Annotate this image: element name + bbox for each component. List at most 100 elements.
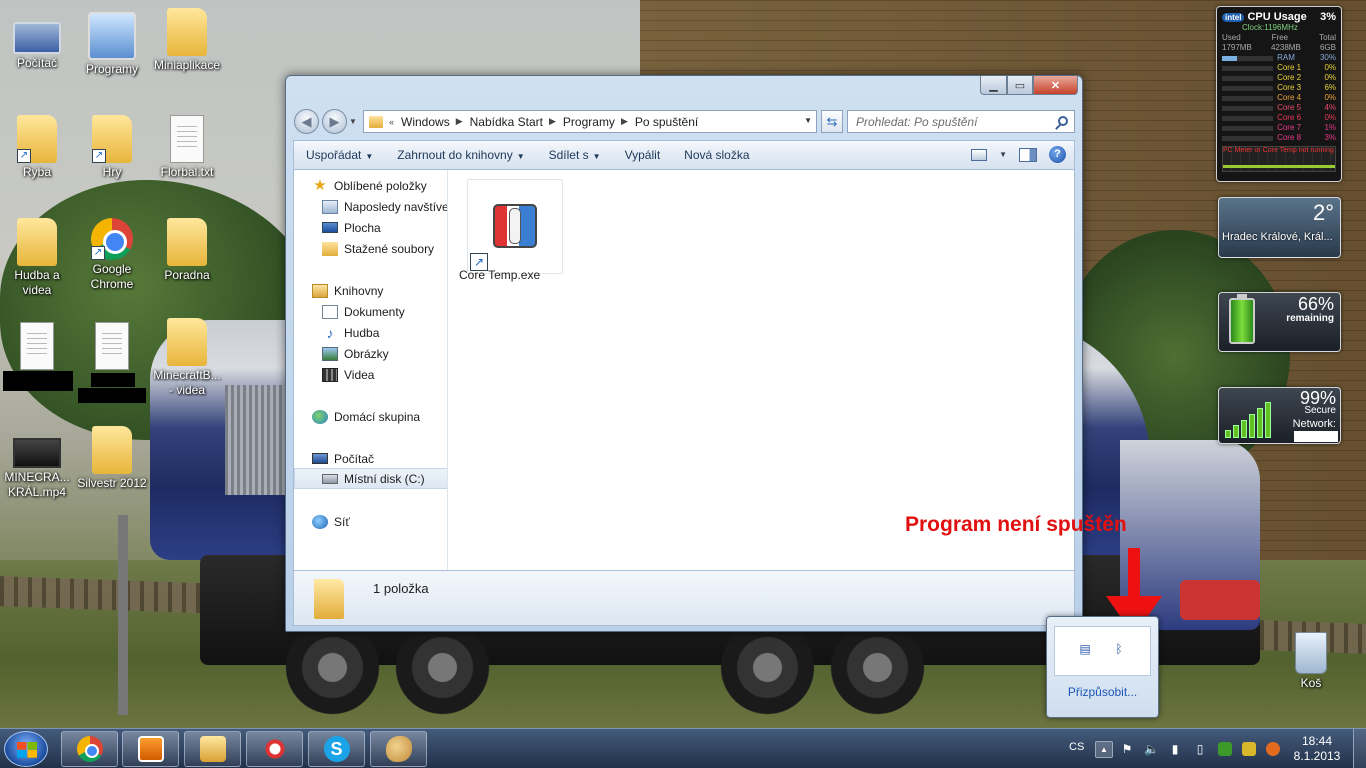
language-indicator[interactable]: CS (1069, 741, 1084, 753)
breadcrumb-item[interactable]: Nabídka Start (470, 115, 543, 129)
folder-icon (167, 218, 207, 266)
breadcrumb-overflow[interactable]: « (389, 117, 394, 127)
breadcrumb-chevron-icon[interactable]: ▶ (456, 116, 463, 127)
memory-header-total: Total (1319, 33, 1336, 42)
nav-homegroup[interactable]: Domácí skupina (312, 406, 447, 427)
ram-value: 30% (1319, 53, 1336, 62)
close-button[interactable]: ✕ (1033, 76, 1078, 95)
nav-computer[interactable]: Počítač (312, 448, 447, 469)
breadcrumb-item[interactable]: Programy (563, 115, 615, 129)
breadcrumb-item[interactable]: Po spuštění (635, 115, 698, 129)
folder-icon (167, 8, 207, 56)
nav-pictures[interactable]: Obrázky (322, 343, 447, 364)
desktop-icon-hry[interactable]: ↗ Hry (75, 115, 149, 180)
nav-recent-places[interactable]: Naposledy navštívené (322, 196, 447, 217)
file-item[interactable]: ↗ (467, 179, 563, 274)
address-bar[interactable]: « Windows ▶ Nabídka Start ▶ Programy ▶ Po s… (363, 110, 817, 133)
refresh-button[interactable]: ⇆ (821, 110, 843, 133)
network-signal-icon[interactable]: ▮ (1168, 742, 1182, 756)
core-name: Core 7 (1277, 123, 1302, 132)
signal-bars-icon (1225, 402, 1271, 438)
bluetooth-icon[interactable]: ᛒ (1111, 641, 1127, 657)
desktop-icon-computer[interactable]: Počítač (0, 12, 74, 71)
app-tray-icon[interactable] (1242, 742, 1256, 756)
search-input[interactable]: Prohledat: Po spuštění (847, 110, 1075, 133)
navigation-pane[interactable]: ★ Oblíbené položky Naposledy navštívené P… (294, 170, 448, 570)
taskbar-paint[interactable] (370, 731, 427, 767)
breadcrumb-chevron-icon[interactable]: ▶ (621, 116, 628, 127)
explorer-window[interactable]: ▁ ▭ ✕ ◀ ▶ ▼ « Windows ▶ Nabídka Start ▶ Pr… (285, 75, 1083, 632)
desktop-icon-minecraftb-videa[interactable]: MinecraftB... - videa (150, 318, 224, 398)
navigation-bar: ◀ ▶ ▼ « Windows ▶ Nabídka Start ▶ Programy… (294, 109, 1075, 135)
desktop-icon-hudba-a-videa[interactable]: Hudba a videa (0, 218, 74, 298)
preview-pane-icon[interactable] (1019, 147, 1037, 162)
start-button[interactable] (4, 731, 48, 767)
avast-tray-icon[interactable] (1266, 742, 1280, 756)
security-shield-icon[interactable] (1218, 742, 1232, 756)
wallpaper-wheel (830, 620, 925, 715)
desktop-icon-miniaplikace[interactable]: Miniaplikace (150, 8, 224, 73)
file-list[interactable]: ↗ Core Temp.exe (449, 170, 1074, 570)
taskbar-chrome[interactable] (61, 731, 118, 767)
show-hidden-icons-button[interactable]: ▲ (1095, 741, 1113, 758)
address-dropdown-icon[interactable]: ▼ (804, 116, 812, 125)
battery-gadget[interactable]: 66% remaining (1218, 292, 1341, 352)
chevron-down-icon: ▼ (592, 152, 601, 161)
nav-network[interactable]: Síť (312, 511, 447, 532)
weather-gadget[interactable]: 2° Hradec Králové, Král... (1218, 197, 1341, 258)
back-button[interactable]: ◀ (294, 109, 319, 134)
customize-link[interactable]: Přizpůsobit... (1047, 685, 1158, 699)
action-center-flag-icon[interactable]: ⚑ (1120, 742, 1134, 756)
core-name: Core 5 (1277, 103, 1302, 112)
volume-icon[interactable]: 🔈 (1144, 742, 1159, 756)
taskbar-skype[interactable]: S (308, 731, 365, 767)
new-folder-button[interactable]: Nová složka (672, 148, 761, 162)
nav-libraries[interactable]: Knihovny (312, 280, 447, 301)
taskbar-explorer[interactable] (184, 731, 241, 767)
nav-local-disk[interactable]: Místní disk (C:) (294, 468, 447, 489)
cpu-usage-gadget[interactable]: intel CPU Usage 3% Clock:1196MHz Used Fre… (1216, 6, 1342, 182)
nav-music[interactable]: ♪ Hudba (322, 322, 447, 343)
show-desktop-button[interactable] (1353, 729, 1366, 768)
forward-button[interactable]: ▶ (322, 109, 347, 134)
nav-downloads[interactable]: Stažené soubory (322, 238, 447, 259)
desktop-icon-redacted-1[interactable] (0, 322, 74, 372)
desktop-icon-recycle-bin[interactable]: Koš (1274, 632, 1348, 691)
nav-label: Plocha (344, 220, 381, 235)
burn-button[interactable]: Vypálit (613, 148, 673, 162)
view-dropdown-icon[interactable]: ▼ (999, 150, 1007, 159)
desktop-icon-google-chrome[interactable]: ↗ Google Chrome (75, 218, 149, 292)
maximize-button[interactable]: ▭ (1007, 76, 1033, 95)
nav-videos[interactable]: Videa (322, 364, 447, 385)
taskbar-snipping-tool[interactable] (246, 731, 303, 767)
battery-tray-icon[interactable]: ▯ (1193, 742, 1207, 756)
network-gadget[interactable]: 99% Secure Network: (1218, 387, 1341, 444)
nav-favorites[interactable]: ★ Oblíbené položky (312, 175, 447, 196)
nav-documents[interactable]: Dokumenty (322, 301, 447, 322)
core-name: Core 8 (1277, 133, 1302, 142)
minimize-button[interactable]: ▁ (980, 76, 1007, 95)
help-icon[interactable]: ? (1049, 146, 1066, 163)
include-in-library-button[interactable]: Zahrnout do knihovny ▼ (385, 148, 536, 162)
notification-overflow-popup: ▤ ᛒ Přizpůsobit... (1046, 616, 1159, 718)
change-view-icon[interactable] (971, 148, 988, 161)
desktop-icon-poradna[interactable]: Poradna (150, 218, 224, 283)
desktop-icon-ryba[interactable]: ↗ Ryba (0, 115, 74, 180)
desktop-icon-redacted-2[interactable] (75, 322, 149, 372)
organize-button[interactable]: Uspořádat ▼ (294, 148, 385, 162)
nav-desktop[interactable]: Plocha (322, 217, 447, 238)
desktop-icon-label: Programy (85, 62, 138, 76)
clock[interactable]: 18:44 8.1.2013 (1290, 734, 1344, 764)
cpu-usage-value: 3% (1320, 11, 1336, 23)
share-with-button[interactable]: Sdílet s ▼ (537, 148, 613, 162)
desktop-icon-minecraft-mp4[interactable]: MINECRA... KRÁL.mp4 (0, 426, 74, 500)
breadcrumb-item[interactable]: Windows (401, 115, 450, 129)
storage-icon[interactable]: ▤ (1077, 641, 1093, 657)
taskbar-media-player[interactable] (122, 731, 179, 767)
desktop-icon-programy[interactable]: Programy (75, 12, 149, 77)
desktop-icon-silvestr-2012[interactable]: Silvestr 2012 (75, 426, 149, 491)
core-row: Core 4 0% (1222, 93, 1336, 103)
breadcrumb-chevron-icon[interactable]: ▶ (549, 116, 556, 127)
desktop-icon-florbal[interactable]: Florbal.txt (150, 115, 224, 180)
recent-pages-dropdown[interactable]: ▼ (349, 117, 357, 126)
